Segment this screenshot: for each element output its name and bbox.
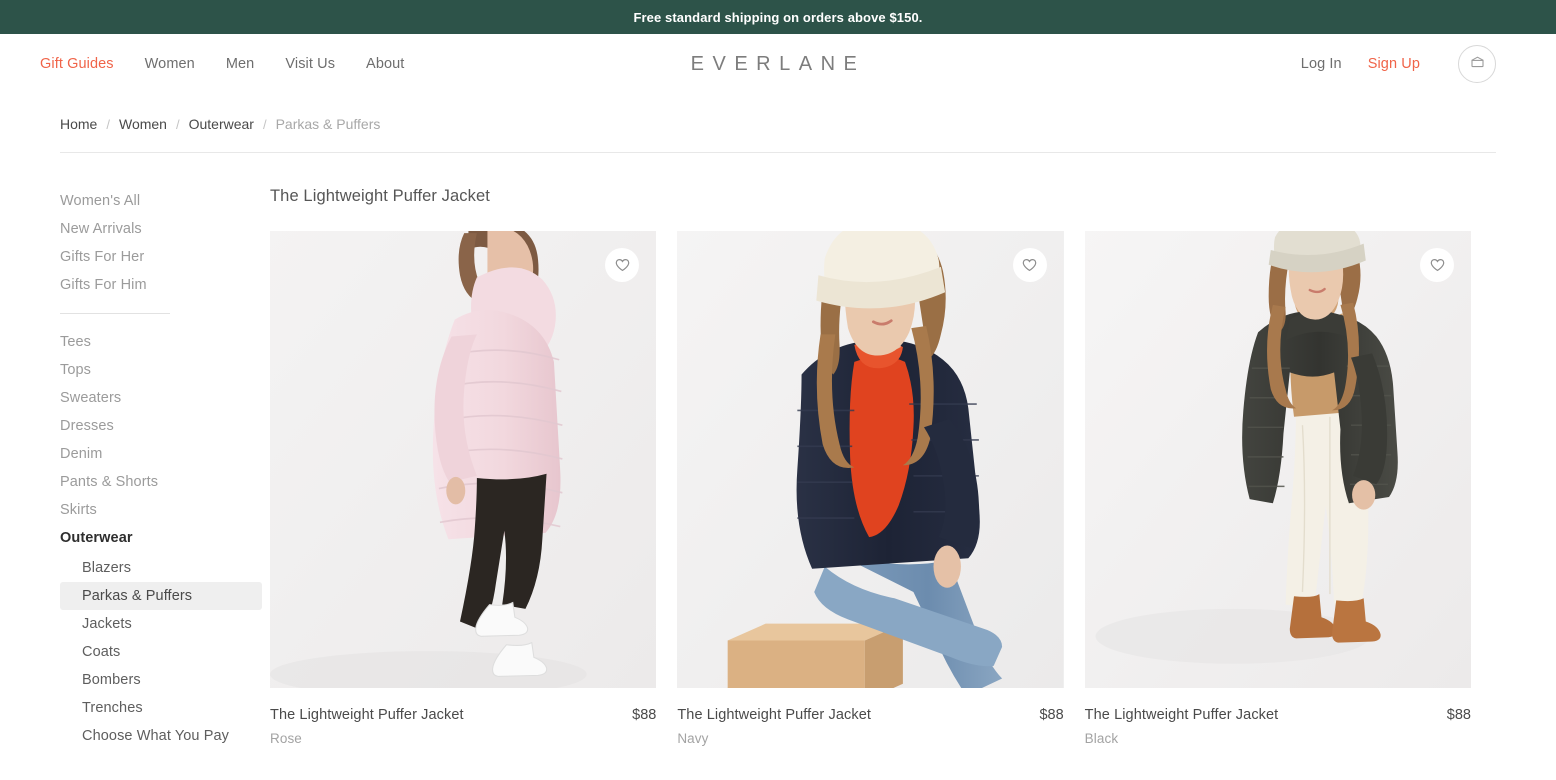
cart-button[interactable] xyxy=(1458,45,1496,83)
product-image-navy[interactable] xyxy=(677,231,1064,688)
sidebar-subitem-blazers[interactable]: Blazers xyxy=(60,554,262,582)
product-color: Navy xyxy=(677,731,709,746)
product-name: The Lightweight Puffer Jacket xyxy=(1084,707,1279,723)
product-grid: The Lightweight Puffer Jacket $88 Rose T… xyxy=(270,231,1471,746)
sidebar-item-outerwear[interactable]: Outerwear xyxy=(60,524,270,552)
product-meta: The Lightweight Puffer Jacket $88 xyxy=(677,707,1063,723)
sidebar-item-tees[interactable]: Tees xyxy=(60,328,270,356)
sidebar-item-denim[interactable]: Denim xyxy=(60,440,270,468)
product-name: The Lightweight Puffer Jacket xyxy=(270,707,464,723)
nav-item-men[interactable]: Men xyxy=(226,56,255,72)
sidebar-item-dresses[interactable]: Dresses xyxy=(60,412,270,440)
sidebar-subitem-parkas-puffers[interactable]: Parkas & Puffers xyxy=(60,582,262,610)
heart-icon xyxy=(1430,258,1445,272)
sidebar-subitem-bombers[interactable]: Bombers xyxy=(60,666,262,694)
log-in-link[interactable]: Log In xyxy=(1301,56,1342,72)
product-color: Black xyxy=(1084,731,1119,746)
sign-up-link[interactable]: Sign Up xyxy=(1368,56,1420,72)
promo-message: Free standard shipping on orders above $… xyxy=(633,9,923,25)
product-image-rose[interactable] xyxy=(270,231,657,688)
primary-navigation: Gift Guides Women Men Visit Us About xyxy=(40,56,404,72)
breadcrumb-separator: / xyxy=(262,116,267,132)
nav-item-women[interactable]: Women xyxy=(145,56,195,72)
product-color: Rose xyxy=(270,731,302,746)
product-price: $88 xyxy=(1446,707,1471,723)
products-area: The Lightweight Puffer Jacket The Lightw… xyxy=(270,187,1556,750)
sidebar-item-new-arrivals[interactable]: New Arrivals xyxy=(60,215,270,243)
nav-item-visit-us[interactable]: Visit Us xyxy=(285,56,335,72)
product-card[interactable]: The Lightweight Puffer Jacket $88 Navy xyxy=(677,231,1064,746)
page-body: Women's All New Arrivals Gifts For Her G… xyxy=(0,153,1556,750)
sidebar-item-skirts[interactable]: Skirts xyxy=(60,496,270,524)
model-photo-black xyxy=(1084,231,1471,688)
page-title: The Lightweight Puffer Jacket xyxy=(270,187,490,205)
product-price: $88 xyxy=(1039,707,1064,723)
breadcrumb-item-home[interactable]: Home xyxy=(60,116,97,132)
sidebar-item-womens-all[interactable]: Women's All xyxy=(60,187,270,215)
sidebar-subitem-coats[interactable]: Coats xyxy=(60,638,262,666)
breadcrumb-separator: / xyxy=(175,116,180,132)
nav-item-about[interactable]: About xyxy=(366,56,404,72)
product-meta: The Lightweight Puffer Jacket $88 xyxy=(1085,707,1471,723)
model-photo-navy xyxy=(677,231,1064,688)
account-navigation: Log In Sign Up xyxy=(1301,45,1496,83)
sidebar-subitem-choose-what-you-pay[interactable]: Choose What You Pay xyxy=(60,722,262,750)
product-price: $88 xyxy=(632,707,657,723)
breadcrumb-item-women[interactable]: Women xyxy=(119,116,167,132)
shopping-bag-icon xyxy=(1469,54,1486,75)
product-meta: The Lightweight Puffer Jacket $88 xyxy=(270,707,656,723)
sidebar-subitem-jackets[interactable]: Jackets xyxy=(60,610,262,638)
category-sidebar: Women's All New Arrivals Gifts For Her G… xyxy=(0,187,270,750)
breadcrumb-item-outerwear[interactable]: Outerwear xyxy=(189,116,254,132)
sidebar-subcategory-list: Blazers Parkas & Puffers Jackets Coats B… xyxy=(60,554,270,750)
heart-icon xyxy=(1022,258,1037,272)
sidebar-item-tops[interactable]: Tops xyxy=(60,356,270,384)
promo-banner: Free standard shipping on orders above $… xyxy=(0,0,1556,34)
sidebar-item-gifts-for-him[interactable]: Gifts For Him xyxy=(60,271,270,299)
breadcrumb-separator: / xyxy=(106,116,110,132)
sidebar-divider xyxy=(60,313,170,314)
wishlist-button[interactable] xyxy=(1012,248,1047,282)
heart-icon xyxy=(615,258,630,272)
product-card[interactable]: The Lightweight Puffer Jacket $88 Rose xyxy=(270,231,657,746)
nav-item-gift-guides[interactable]: Gift Guides xyxy=(40,56,114,72)
breadcrumb: Home / Women / Outerwear / Parkas & Puff… xyxy=(60,116,1556,132)
sidebar-item-pants-shorts[interactable]: Pants & Shorts xyxy=(60,468,270,496)
breadcrumb-bar: Home / Women / Outerwear / Parkas & Puff… xyxy=(0,94,1556,152)
site-header: Gift Guides Women Men Visit Us About EVE… xyxy=(0,34,1556,94)
breadcrumb-item-parkas-puffers: Parkas & Puffers xyxy=(275,116,381,132)
wishlist-button[interactable] xyxy=(1420,248,1454,282)
sidebar-item-gifts-for-her[interactable]: Gifts For Her xyxy=(60,243,270,271)
sidebar-item-sweaters[interactable]: Sweaters xyxy=(60,384,270,412)
model-photo-rose xyxy=(270,231,657,688)
sidebar-subitem-trenches[interactable]: Trenches xyxy=(60,694,262,722)
product-card[interactable]: The Lightweight Puffer Jacket $88 Black xyxy=(1084,231,1471,746)
product-image-black[interactable] xyxy=(1084,231,1471,688)
product-name: The Lightweight Puffer Jacket xyxy=(677,707,871,723)
